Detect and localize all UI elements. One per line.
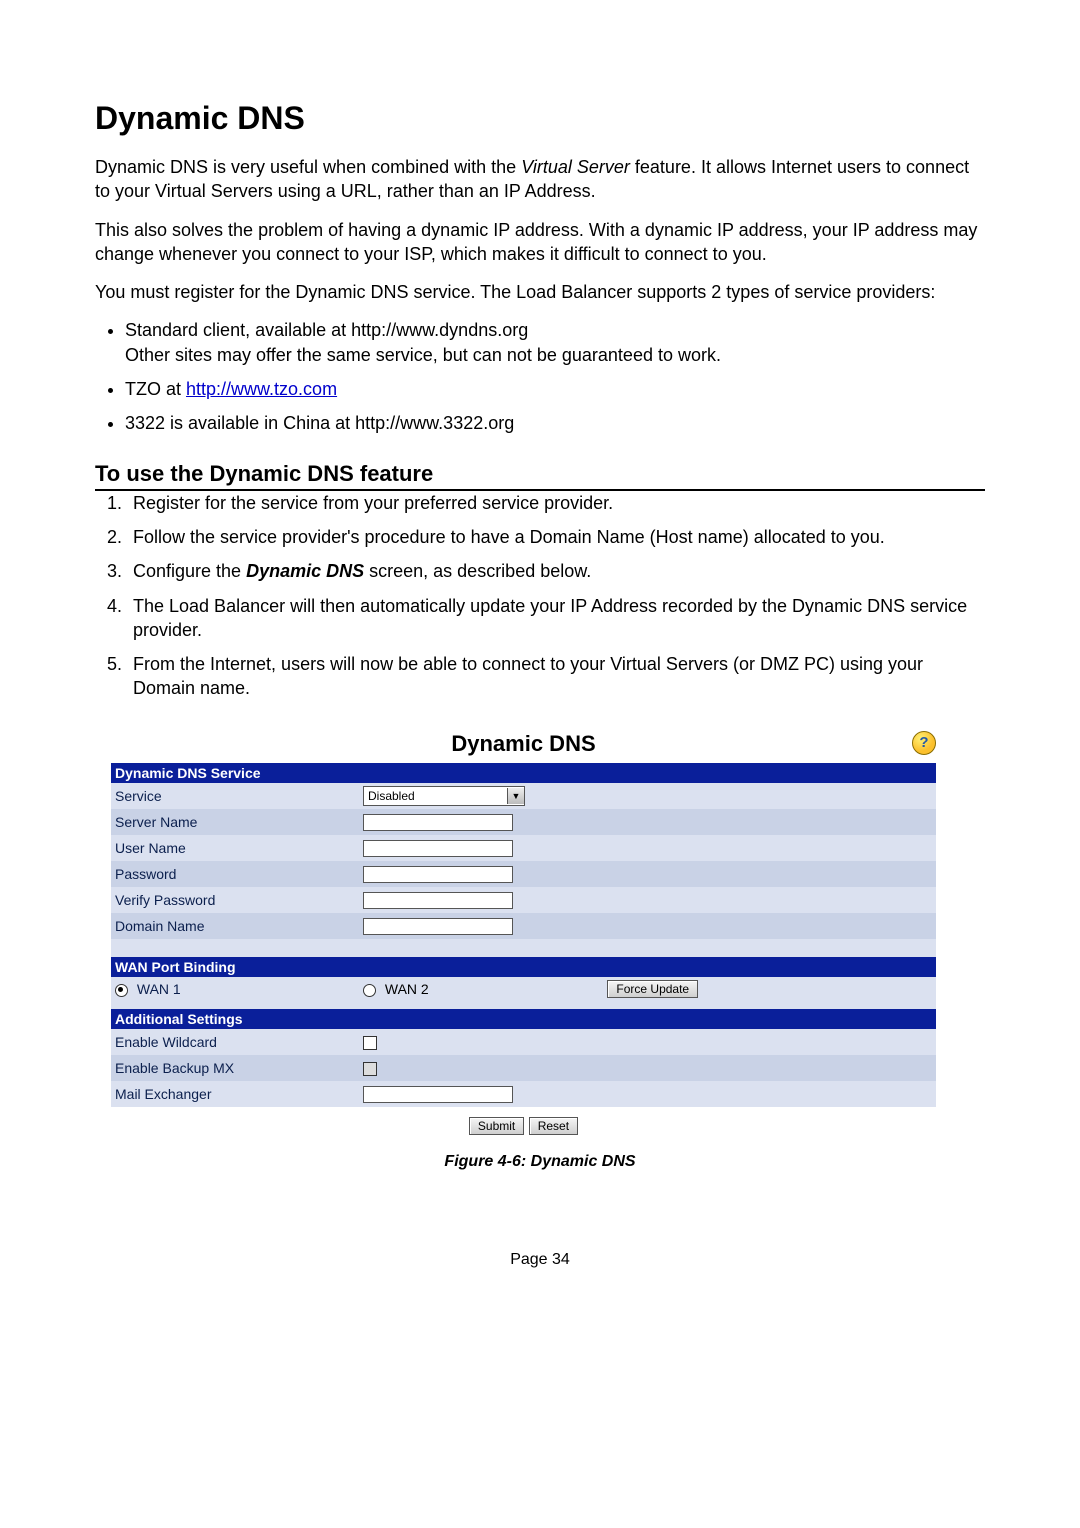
label-verify-password: Verify Password — [111, 887, 359, 913]
verify-password-input[interactable] — [363, 892, 513, 909]
bullet-3322: 3322 is available in China at http://www… — [125, 411, 985, 435]
subheading: To use the Dynamic DNS feature — [95, 461, 985, 491]
bullet1-line2: Other sites may offer the same service, … — [125, 345, 721, 365]
page-title: Dynamic DNS — [95, 100, 985, 137]
chevron-down-icon: ▼ — [507, 788, 524, 804]
row-domain-name: Domain Name — [111, 913, 936, 939]
service-select-value: Disabled — [364, 789, 507, 803]
user-name-input[interactable] — [363, 840, 513, 857]
label-mail-exchanger: Mail Exchanger — [111, 1081, 359, 1107]
wan2-radio[interactable] — [363, 984, 376, 997]
label-password: Password — [111, 861, 359, 887]
section-ddns-service: Dynamic DNS Service — [111, 763, 936, 783]
step3-b: screen, as described below. — [364, 561, 591, 581]
enable-backup-mx-checkbox[interactable] — [363, 1062, 377, 1076]
section-wan-binding-label: WAN Port Binding — [111, 957, 936, 977]
mail-exchanger-input[interactable] — [363, 1086, 513, 1103]
bullet1-line1: Standard client, available at http://www… — [125, 320, 528, 340]
para1-a: Dynamic DNS is very useful when combined… — [95, 157, 521, 177]
row-verify-password: Verify Password — [111, 887, 936, 913]
step-3: Configure the Dynamic DNS screen, as des… — [127, 559, 985, 583]
form-buttons: Submit Reset — [111, 1107, 936, 1139]
label-wan1: WAN 1 — [137, 981, 181, 997]
section-wan-binding: WAN Port Binding — [111, 957, 936, 977]
row-enable-wildcard: Enable Wildcard — [111, 1029, 936, 1055]
step3-bold: Dynamic DNS — [246, 561, 364, 581]
label-domain-name: Domain Name — [111, 913, 359, 939]
domain-name-input[interactable] — [363, 918, 513, 935]
intro-paragraph-2: This also solves the problem of having a… — [95, 218, 985, 267]
section-additional-label: Additional Settings — [111, 1009, 936, 1029]
step3-a: Configure the — [133, 561, 246, 581]
bullet-tzo: TZO at http://www.tzo.com — [125, 377, 985, 401]
panel-title: Dynamic DNS — [451, 731, 595, 757]
wan1-radio[interactable] — [115, 984, 128, 997]
service-select[interactable]: Disabled ▼ — [363, 786, 525, 806]
steps-list: Register for the service from your prefe… — [95, 491, 985, 701]
row-enable-backup-mx: Enable Backup MX — [111, 1055, 936, 1081]
row-server-name: Server Name — [111, 809, 936, 835]
force-update-button[interactable]: Force Update — [607, 980, 698, 998]
label-server-name: Server Name — [111, 809, 359, 835]
step-4: The Load Balancer will then automaticall… — [127, 594, 985, 643]
para1-italic: Virtual Server — [521, 157, 630, 177]
server-name-input[interactable] — [363, 814, 513, 831]
label-enable-backup-mx: Enable Backup MX — [111, 1055, 359, 1081]
help-icon[interactable]: ? — [912, 731, 936, 755]
row-user-name: User Name — [111, 835, 936, 861]
password-input[interactable] — [363, 866, 513, 883]
step-2: Follow the service provider's procedure … — [127, 525, 985, 549]
bullet-dyndns: Standard client, available at http://www… — [125, 318, 985, 367]
tzo-link[interactable]: http://www.tzo.com — [186, 379, 337, 399]
page-number: Page 34 — [95, 1251, 985, 1269]
step-1: Register for the service from your prefe… — [127, 491, 985, 515]
intro-paragraph-1: Dynamic DNS is very useful when combined… — [95, 155, 985, 204]
config-table: Dynamic DNS Service Service Disabled ▼ S… — [111, 763, 936, 1107]
label-wan2: WAN 2 — [385, 981, 429, 997]
row-service: Service Disabled ▼ — [111, 783, 936, 809]
row-wan-binding: WAN 1 WAN 2 Force Update — [111, 977, 936, 1001]
label-enable-wildcard: Enable Wildcard — [111, 1029, 359, 1055]
label-user-name: User Name — [111, 835, 359, 861]
provider-bullets: Standard client, available at http://www… — [95, 318, 985, 435]
section-additional: Additional Settings — [111, 1009, 936, 1029]
label-service: Service — [111, 783, 359, 809]
intro-paragraph-3: You must register for the Dynamic DNS se… — [95, 280, 985, 304]
step-5: From the Internet, users will now be abl… — [127, 652, 985, 701]
config-panel: Dynamic DNS ? Dynamic DNS Service Servic… — [111, 731, 936, 1139]
submit-button[interactable]: Submit — [469, 1117, 524, 1135]
reset-button[interactable]: Reset — [529, 1117, 578, 1135]
row-password: Password — [111, 861, 936, 887]
enable-wildcard-checkbox[interactable] — [363, 1036, 377, 1050]
row-mail-exchanger: Mail Exchanger — [111, 1081, 936, 1107]
figure-caption: Figure 4-6: Dynamic DNS — [95, 1153, 985, 1171]
bullet2-prefix: TZO at — [125, 379, 186, 399]
section-ddns-service-label: Dynamic DNS Service — [111, 763, 936, 783]
